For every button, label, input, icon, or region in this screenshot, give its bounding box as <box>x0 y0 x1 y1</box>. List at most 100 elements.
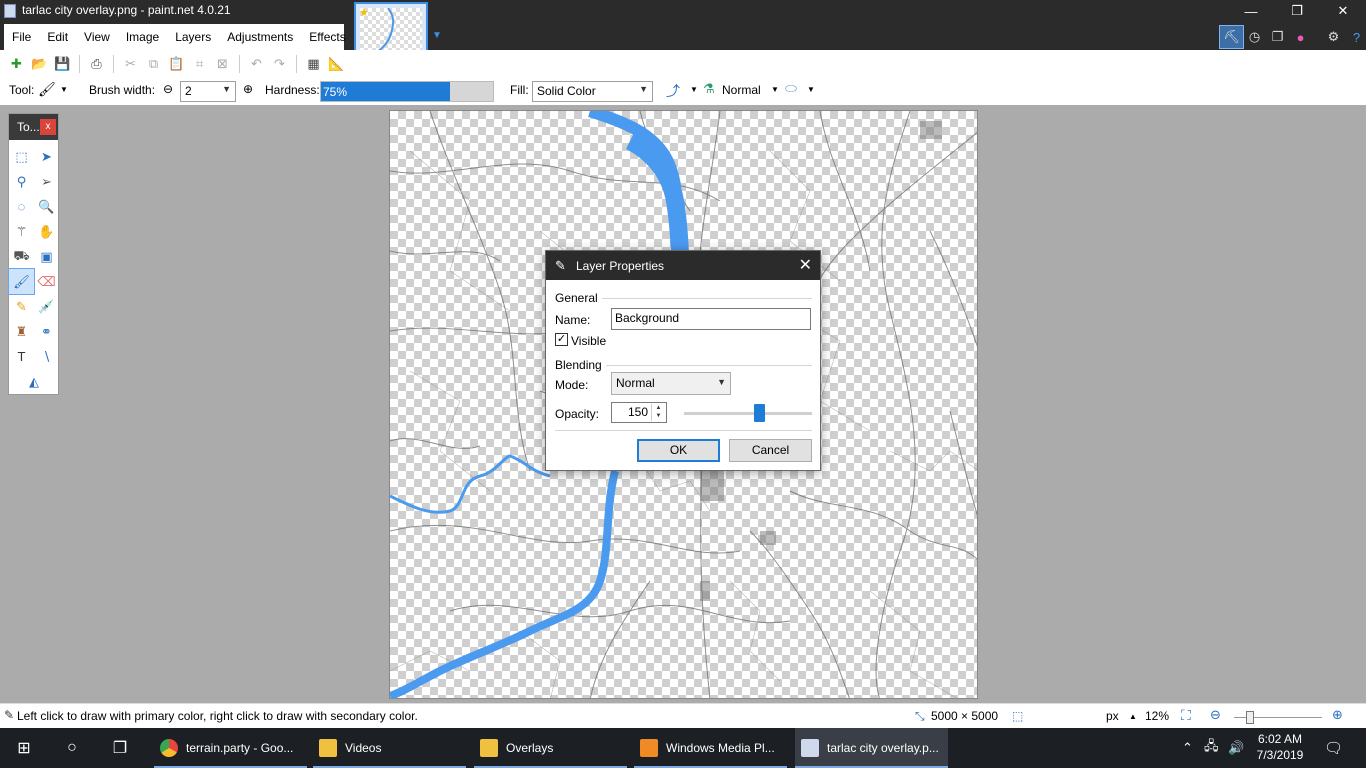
chevron-down-icon[interactable]: ▼ <box>807 85 815 94</box>
brush-width-select[interactable]: 2 ▼ <box>180 81 236 102</box>
notifications-icon[interactable]: 🗨 <box>1324 728 1343 768</box>
visible-checkbox[interactable]: ✓ <box>555 333 568 346</box>
taskbar-app-chrome[interactable]: terrain.party - Goo... <box>154 728 307 768</box>
new-image-icon[interactable]: ✚ <box>6 54 27 75</box>
deselect-icon[interactable]: ⊠ <box>212 54 233 75</box>
colors-icon[interactable]: ● <box>1289 26 1312 48</box>
taskbar-app-media-player[interactable]: Windows Media Pl... <box>634 728 787 768</box>
blend-mode-value[interactable]: Normal <box>722 83 761 97</box>
chevron-down-icon[interactable]: ▼ <box>432 30 442 41</box>
copy-icon[interactable]: ⧉ <box>143 54 164 75</box>
volume-icon[interactable]: 🔊 <box>1228 728 1244 768</box>
recolor-icon[interactable]: ⚭ <box>34 319 59 344</box>
gradient-icon[interactable]: ▣ <box>34 244 59 269</box>
selection-mode-icon[interactable]: ⬭ <box>785 80 797 97</box>
menu-adjustments[interactable]: Adjustments <box>219 30 301 44</box>
search-icon[interactable]: ○ <box>48 728 96 768</box>
chevron-up-icon[interactable]: ▲ <box>1129 712 1137 721</box>
redo-icon[interactable]: ↷ <box>269 54 290 75</box>
close-icon[interactable]: ✕ <box>1320 0 1366 22</box>
pan-icon[interactable]: ✋ <box>34 219 59 244</box>
paint-bucket-icon[interactable]: ⛟ <box>9 244 34 269</box>
grid-icon[interactable]: ▦ <box>303 54 324 75</box>
move-selected-pixels-icon[interactable]: ➤ <box>34 144 59 169</box>
clone-stamp-icon[interactable]: ♜ <box>9 319 34 344</box>
clock[interactable]: 6:02 AM 7/3/2019 <box>1252 731 1308 763</box>
menu-effects[interactable]: Effects <box>301 30 353 44</box>
chevron-down-icon[interactable]: ▼ <box>771 85 779 94</box>
text-icon[interactable]: T <box>9 344 34 369</box>
paste-icon[interactable]: 📋 <box>166 54 187 75</box>
paintbrush-icon[interactable]: 🖌 <box>8 268 35 295</box>
settings-icon[interactable]: ⚙ <box>1322 26 1345 48</box>
move-selection-icon[interactable]: ➢ <box>34 169 59 194</box>
taskbar-app-videos[interactable]: Videos <box>313 728 466 768</box>
close-icon[interactable]: ✕ <box>799 255 812 275</box>
cut-icon[interactable]: ✂ <box>120 54 141 75</box>
task-view-icon[interactable]: ❐ <box>96 728 144 768</box>
chevron-down-icon[interactable]: ▼ <box>690 85 698 94</box>
layers-icon[interactable]: ❐ <box>1266 26 1289 48</box>
hardness-slider[interactable]: 75% <box>320 81 494 102</box>
crop-icon[interactable]: ⌗ <box>189 54 210 75</box>
menu-view[interactable]: View <box>76 30 118 44</box>
zoom-out-icon[interactable]: ⊖ <box>1210 707 1221 723</box>
shapes-icon[interactable]: ◭ <box>9 369 59 394</box>
network-icon[interactable]: 🖧 <box>1204 728 1219 768</box>
pencil-icon[interactable]: ✎ <box>9 294 34 319</box>
minimize-icon[interactable]: — <box>1228 0 1274 22</box>
antialiasing-icon[interactable]: ⤴ <box>666 81 680 101</box>
restore-icon[interactable]: ❐ <box>1274 0 1320 22</box>
opacity-slider-track[interactable] <box>684 412 812 415</box>
save-icon[interactable]: 💾 <box>52 54 73 75</box>
ok-button[interactable]: OK <box>637 439 720 462</box>
zoom-slider[interactable] <box>1234 711 1322 724</box>
chevron-up-icon[interactable]: ⌃ <box>1182 728 1193 768</box>
general-section-label: General <box>555 291 598 305</box>
rectangle-select-icon[interactable]: ⬚ <box>9 144 34 169</box>
color-picker-icon[interactable]: 💉 <box>34 294 59 319</box>
open-icon[interactable]: 📂 <box>29 54 50 75</box>
line-curve-icon[interactable]: ∖ <box>34 344 59 369</box>
zoom-level: 12% <box>1145 709 1170 723</box>
history-icon[interactable]: ◷ <box>1243 26 1266 48</box>
undo-icon[interactable]: ↶ <box>246 54 267 75</box>
lasso-select-icon[interactable]: ⚲ <box>9 169 34 194</box>
media-player-icon <box>640 739 658 757</box>
units-select[interactable]: px <box>1106 709 1119 723</box>
window-controls: — ❐ ✕ <box>1228 0 1366 22</box>
spinner-arrows-icon[interactable]: ▲ ▼ <box>651 404 665 421</box>
opacity-spinner[interactable]: 150 ▲ ▼ <box>611 402 667 423</box>
eraser-icon[interactable]: ⌫ <box>34 269 59 294</box>
print-icon[interactable]: ⎙ <box>86 54 107 75</box>
zoom-slider-thumb[interactable] <box>1246 711 1254 724</box>
taskbar-app-paintnet[interactable]: tarlac city overlay.p... <box>795 728 948 768</box>
zoom-icon[interactable]: 🔍 <box>34 194 59 219</box>
layer-name-value: Background <box>615 311 680 325</box>
menu-layers[interactable]: Layers <box>167 30 219 44</box>
help-icon[interactable]: ? <box>1345 26 1366 48</box>
cancel-button[interactable]: Cancel <box>729 439 812 462</box>
windows-start-icon[interactable]: ⊞ <box>0 728 48 768</box>
opacity-slider-thumb[interactable] <box>754 404 766 422</box>
fit-window-icon[interactable]: ⛶ <box>1181 707 1191 724</box>
increase-width-icon[interactable]: ⊕ <box>243 82 253 96</box>
menu-image[interactable]: Image <box>118 30 167 44</box>
taskbar-app-overlays[interactable]: Overlays <box>474 728 627 768</box>
paintbrush-icon[interactable]: 🖌 <box>38 81 56 98</box>
layer-name-input[interactable]: Background <box>611 308 811 330</box>
blend-mode-select[interactable]: Normal ▼ <box>611 372 731 395</box>
tools-panel-header: To... x <box>9 114 58 140</box>
menu-file[interactable]: File <box>4 30 39 44</box>
close-icon[interactable]: x <box>40 119 56 135</box>
fill-select[interactable]: Solid Color ▼ <box>532 81 653 102</box>
blend-mode-icon[interactable]: ⚗ <box>703 81 715 97</box>
ruler-icon[interactable]: 📐 <box>326 54 347 75</box>
decrease-width-icon[interactable]: ⊖ <box>163 82 173 96</box>
chevron-down-icon[interactable]: ▼ <box>60 85 68 94</box>
menu-edit[interactable]: Edit <box>39 30 76 44</box>
zoom-in-icon[interactable]: ⊕ <box>1332 707 1343 723</box>
tools-window-icon[interactable]: ⛏ <box>1219 25 1244 49</box>
ellipse-select-icon[interactable]: ◌ <box>9 194 34 219</box>
magic-wand-icon[interactable]: ⚚ <box>9 219 34 244</box>
